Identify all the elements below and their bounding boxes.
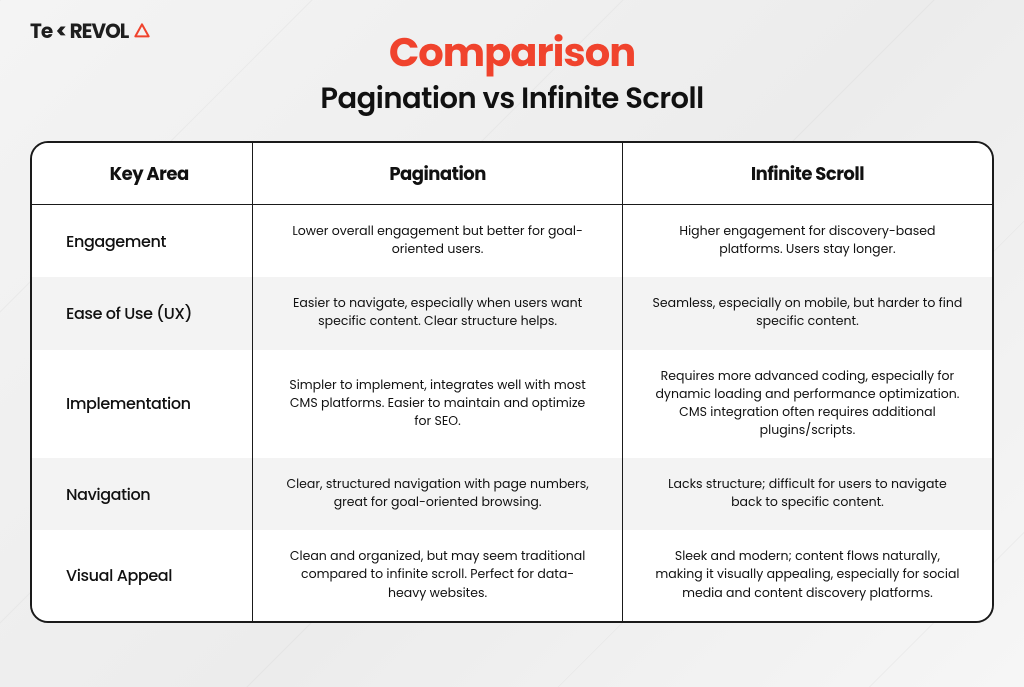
row-pagination: Clean and organized, but may seem tradit…	[253, 530, 623, 620]
row-infinite: Sleek and modern; content flows naturall…	[622, 530, 992, 620]
row-key: Navigation	[32, 458, 253, 530]
logo-text-left: Te	[30, 16, 52, 46]
row-key: Ease of Use (UX)	[32, 277, 253, 349]
col-header-infinite: Infinite Scroll	[622, 143, 992, 205]
row-pagination: Clear, structured navigation with page n…	[253, 458, 623, 530]
row-infinite: Higher engagement for discovery-based pl…	[622, 205, 992, 278]
table-header-row: Key Area Pagination Infinite Scroll	[32, 143, 992, 205]
col-header-pagination: Pagination	[253, 143, 623, 205]
page-heading: Comparison Pagination vs Infinite Scroll	[30, 22, 994, 121]
row-key: Engagement	[32, 205, 253, 278]
row-pagination: Easier to navigate, especially when user…	[253, 277, 623, 349]
col-header-key: Key Area	[32, 143, 253, 205]
brand-logo: Te<REVOL	[30, 16, 150, 46]
logo-text-mid: <	[56, 16, 65, 46]
logo-text-right: REVOL	[70, 16, 129, 46]
row-key: Implementation	[32, 350, 253, 459]
table-row: Engagement Lower overall engagement but …	[32, 205, 992, 278]
row-pagination: Simpler to implement, integrates well wi…	[253, 350, 623, 459]
table-row: Visual Appeal Clean and organized, but m…	[32, 530, 992, 620]
table-row: Navigation Clear, structured navigation …	[32, 458, 992, 530]
comparison-table: Key Area Pagination Infinite Scroll Enga…	[30, 141, 994, 623]
row-infinite: Seamless, especially on mobile, but hard…	[622, 277, 992, 349]
logo-triangle-icon	[134, 23, 150, 39]
title: Comparison	[30, 22, 994, 82]
row-infinite: Lacks structure; difficult for users to …	[622, 458, 992, 530]
row-infinite: Requires more advanced coding, especiall…	[622, 350, 992, 459]
table-row: Ease of Use (UX) Easier to navigate, esp…	[32, 277, 992, 349]
table-row: Implementation Simpler to implement, int…	[32, 350, 992, 459]
subtitle: Pagination vs Infinite Scroll	[30, 78, 994, 121]
row-pagination: Lower overall engagement but better for …	[253, 205, 623, 278]
row-key: Visual Appeal	[32, 530, 253, 620]
